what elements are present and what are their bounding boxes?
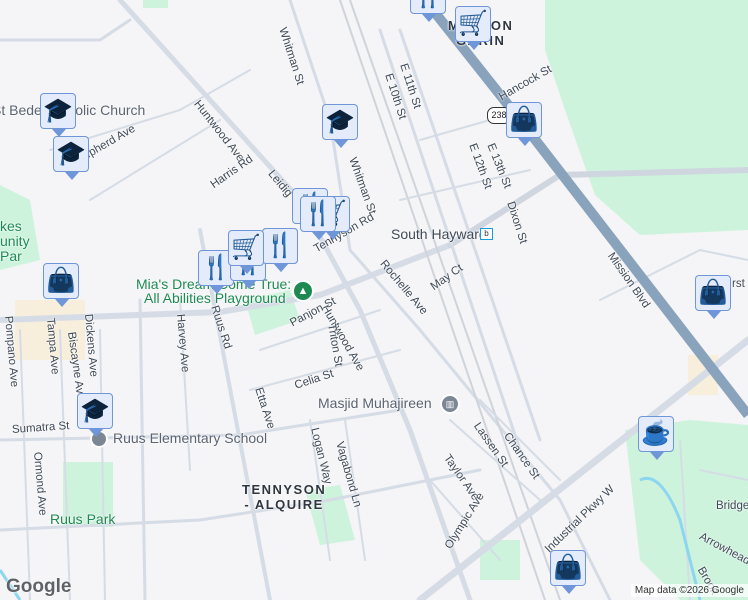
cart-marker[interactable]: 🛒 bbox=[455, 6, 491, 50]
park-icon: ▲ bbox=[292, 280, 314, 302]
shopping-cart-icon: 🛒 bbox=[458, 10, 488, 37]
restaurant-marker[interactable]: 🍴 bbox=[410, 0, 446, 22]
fork-knife-icon: 🍴 bbox=[303, 200, 333, 227]
fork-knife-icon: 🍴 bbox=[201, 254, 231, 281]
shopping-bag-icon: 👜 bbox=[509, 106, 539, 133]
map-attribution[interactable]: Map data ©2026 Google bbox=[630, 584, 748, 597]
school-marker[interactable]: 🎓 bbox=[77, 393, 113, 437]
park-label[interactable]: Ruus Park bbox=[50, 511, 115, 527]
shopping-bag-icon: 👜 bbox=[698, 279, 728, 306]
street-label: Bridge bbox=[716, 500, 748, 512]
cart-marker[interactable]: 🛒 bbox=[228, 230, 264, 274]
shopping-bag-icon: 👜 bbox=[553, 554, 583, 581]
lakes-park-label[interactable]: kes bbox=[0, 218, 22, 234]
graduation-cap-icon: 🎓 bbox=[80, 397, 110, 424]
shopping-cart-icon: 🛒 bbox=[231, 234, 261, 261]
mosque-icon: ▥ bbox=[440, 394, 460, 414]
neighborhood-line: - ALQUIRE bbox=[244, 497, 324, 512]
neighborhood-line: TENNYSON bbox=[242, 482, 327, 497]
school-marker[interactable]: 🎓 bbox=[53, 136, 89, 180]
neighborhood-label: TENNYSON - ALQUIRE bbox=[242, 482, 326, 512]
fork-knife-icon: 🍴 bbox=[413, 0, 443, 8]
bag-marker[interactable]: 👜 bbox=[506, 102, 542, 146]
restaurant-marker[interactable]: 🍴 bbox=[300, 196, 336, 240]
school-label[interactable]: Ruus Elementary School bbox=[113, 430, 267, 446]
bag-marker[interactable]: 👜 bbox=[695, 275, 731, 319]
school-marker[interactable]: 🎓 bbox=[322, 104, 358, 148]
street-label: rst bbox=[732, 278, 745, 290]
fork-knife-icon: 🍴 bbox=[265, 232, 295, 259]
shopping-bag-icon: 👜 bbox=[46, 267, 76, 294]
graduation-cap-icon: 🎓 bbox=[325, 108, 355, 135]
train-station-icon: b bbox=[480, 228, 493, 240]
school-marker[interactable]: 🎓 bbox=[40, 93, 76, 137]
station-label[interactable]: South Hayward bbox=[391, 226, 487, 242]
graduation-cap-icon: 🎓 bbox=[56, 140, 86, 167]
lakes-park-label[interactable]: Par bbox=[0, 248, 22, 264]
coffee-cup-icon: ☕ bbox=[641, 420, 671, 447]
lakes-park-label[interactable]: unity bbox=[0, 233, 30, 249]
google-logo: Google bbox=[6, 576, 72, 597]
bag-marker[interactable]: 👜 bbox=[550, 550, 586, 594]
restaurant-marker[interactable]: 🍴 bbox=[262, 228, 298, 272]
graduation-cap-icon: 🎓 bbox=[43, 97, 73, 124]
coffee-marker[interactable]: ☕ bbox=[638, 416, 674, 460]
mosque-label[interactable]: Masjid Muhajireen bbox=[318, 395, 432, 411]
bag-marker[interactable]: 👜 bbox=[43, 263, 79, 307]
